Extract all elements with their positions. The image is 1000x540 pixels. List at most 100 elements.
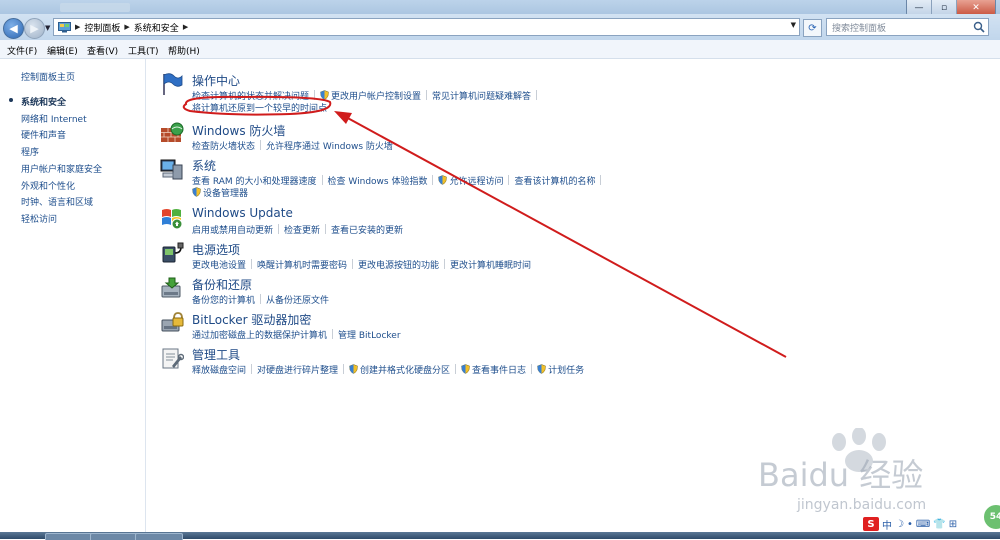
control-panel-icon: [57, 21, 71, 33]
breadcrumb-control-panel[interactable]: 控制面板: [84, 21, 120, 34]
task-link[interactable]: 检查防火墙状态: [192, 139, 255, 152]
uac-shield-icon: [537, 364, 546, 374]
category-links: 备份您的计算机 从备份还原文件: [192, 293, 329, 306]
recent-pages-dropdown[interactable]: ▼: [45, 24, 50, 32]
sogou-ime-icon[interactable]: S: [863, 517, 879, 531]
back-button[interactable]: ◀: [3, 18, 24, 39]
task-link[interactable]: 查看事件日志: [461, 363, 526, 376]
bitlocker-icon: [160, 311, 184, 335]
search-icon[interactable]: [973, 21, 985, 36]
address-bar[interactable]: ▶ 控制面板 ▶ 系统和安全 ▶ ▼: [53, 18, 800, 36]
menu-tools[interactable]: 工具(T): [128, 44, 159, 57]
task-link[interactable]: 计划任务: [537, 363, 584, 376]
sidebar-item-network[interactable]: 网络和 Internet: [21, 112, 87, 125]
baidu-watermark: Baidu 经验: [758, 456, 924, 494]
task-link[interactable]: 常见计算机问题疑难解答: [432, 89, 531, 102]
task-link[interactable]: 通过加密磁盘上的数据保护计算机: [192, 328, 327, 341]
task-link[interactable]: 创建并格式化硬盘分区: [349, 363, 450, 376]
breadcrumb-system-security[interactable]: 系统和安全: [134, 21, 179, 34]
task-link[interactable]: 查看已安装的更新: [331, 223, 403, 236]
breadcrumb-separator: ▶: [75, 23, 81, 31]
search-input[interactable]: 搜索控制面板: [826, 18, 989, 36]
power-icon: [160, 241, 184, 265]
category-links-row2: 将计算机还原到一个较早的时间点: [192, 101, 327, 114]
category-title[interactable]: BitLocker 驱动器加密: [192, 311, 311, 328]
sidebar-item-hardware-sound[interactable]: 硬件和声音: [21, 128, 66, 141]
admin-tools-icon: [160, 346, 185, 370]
category-title[interactable]: 系统: [192, 157, 216, 174]
refresh-icon: ⟳: [808, 22, 817, 34]
task-link[interactable]: 允许远程访问: [438, 174, 503, 187]
sidebar-item-user-accounts[interactable]: 用户帐户和家庭安全: [21, 162, 102, 175]
category-links: 启用或禁用自动更新 检查更新 查看已安装的更新: [192, 223, 403, 236]
task-link[interactable]: 从备份还原文件: [266, 293, 329, 306]
task-link[interactable]: 对硬盘进行碎片整理: [257, 363, 338, 376]
menu-file[interactable]: 文件(F): [7, 44, 37, 57]
task-link-label: 设备管理器: [203, 188, 249, 199]
category-links: 查看 RAM 的大小和处理器速度 检查 Windows 体验指数 允许远程访问 …: [192, 174, 606, 187]
arrow-left-icon: ◀: [9, 22, 18, 35]
category-links: 释放磁盘空间 对硬盘进行碎片整理 创建并格式化硬盘分区 查看事件日志 计划任务: [192, 363, 584, 376]
menu-help[interactable]: 帮助(H): [168, 44, 200, 57]
task-link[interactable]: 更改用户帐户控制设置: [320, 89, 421, 102]
task-link[interactable]: 备份您的计算机: [192, 293, 255, 306]
task-link[interactable]: 检查更新: [284, 223, 320, 236]
task-link[interactable]: 启用或禁用自动更新: [192, 223, 273, 236]
restore-point-link[interactable]: 将计算机还原到一个较早的时间点: [192, 101, 327, 114]
category-title[interactable]: Windows 防火墙: [192, 122, 285, 139]
task-link[interactable]: 设备管理器: [192, 186, 248, 199]
task-link[interactable]: 更改电源按钮的功能: [358, 258, 439, 271]
menu-edit[interactable]: 编辑(E): [47, 44, 78, 57]
windows-update-icon: [160, 206, 184, 230]
category-title[interactable]: 管理工具: [192, 346, 240, 363]
task-link-label: 允许远程访问: [449, 176, 504, 187]
task-link[interactable]: 更改计算机睡眠时间: [450, 258, 531, 271]
keyboard-icon[interactable]: ⌨: [916, 519, 930, 530]
breadcrumb-separator: ▶: [124, 23, 130, 31]
sidebar-home-link[interactable]: 控制面板主页: [21, 70, 75, 83]
category-links: 更改电池设置 唤醒计算机时需要密码 更改电源按钮的功能 更改计算机睡眠时间: [192, 258, 531, 271]
badge-bubble[interactable]: 54: [982, 503, 1000, 531]
sidebar-item-ease-of-access[interactable]: 轻松访问: [21, 212, 57, 225]
breadcrumb-separator[interactable]: ▶: [183, 23, 188, 31]
task-link[interactable]: 允许程序通过 Windows 防火墙: [266, 139, 393, 152]
menu-bar: 文件(F) 编辑(E) 查看(V) 工具(T) 帮助(H): [0, 40, 1000, 59]
task-link[interactable]: 唤醒计算机时需要密码: [257, 258, 347, 271]
sidebar-item-system-security: 系统和安全: [21, 98, 67, 108]
category-title[interactable]: 备份和还原: [192, 276, 252, 293]
category-links: 检查计算机的状态并解决问题 更改用户帐户控制设置 常见计算机问题疑难解答: [192, 89, 542, 102]
moon-icon[interactable]: ☽: [895, 519, 904, 530]
firewall-icon: [160, 122, 184, 146]
punctuation-icon[interactable]: •: [907, 519, 913, 530]
task-link[interactable]: 管理 BitLocker: [338, 328, 401, 341]
chevron-down-icon[interactable]: ▼: [791, 21, 796, 29]
skin-shirt-icon[interactable]: 👕: [933, 519, 945, 530]
task-link-label: 计划任务: [548, 365, 585, 376]
menu-view[interactable]: 查看(V): [87, 44, 118, 57]
refresh-button[interactable]: ⟳: [803, 19, 822, 37]
uac-shield-icon: [192, 187, 201, 197]
task-link-label: 查看事件日志: [472, 365, 527, 376]
taskbar: [0, 532, 1000, 540]
backup-icon: [160, 276, 184, 300]
arrow-right-icon: ▶: [30, 22, 39, 35]
task-link[interactable]: 更改电池设置: [192, 258, 246, 271]
category-title[interactable]: Windows Update: [192, 206, 293, 220]
sidebar-item-programs[interactable]: 程序: [21, 145, 39, 158]
category-links: 检查防火墙状态 允许程序通过 Windows 防火墙: [192, 139, 393, 152]
category-links-row2: 设备管理器: [192, 186, 248, 199]
uac-shield-icon: [438, 175, 448, 185]
computer-icon: [160, 157, 184, 181]
task-link[interactable]: 检查 Windows 体验指数: [328, 174, 428, 187]
forward-button[interactable]: ▶: [24, 18, 45, 39]
task-link[interactable]: 释放磁盘空间: [192, 363, 246, 376]
settings-grid-icon[interactable]: ⊞: [949, 519, 957, 530]
task-link-label: 创建并格式化硬盘分区: [360, 365, 451, 376]
category-title[interactable]: 电源选项: [192, 241, 240, 258]
sidebar-item-appearance[interactable]: 外观和个性化: [21, 179, 75, 192]
category-title[interactable]: 操作中心: [192, 72, 240, 89]
uac-shield-icon: [461, 364, 470, 374]
task-link[interactable]: 查看该计算机的名称: [514, 174, 595, 187]
ime-mode-indicator[interactable]: 中: [882, 517, 892, 532]
sidebar-item-clock-region[interactable]: 时钟、语言和区域: [21, 195, 93, 208]
